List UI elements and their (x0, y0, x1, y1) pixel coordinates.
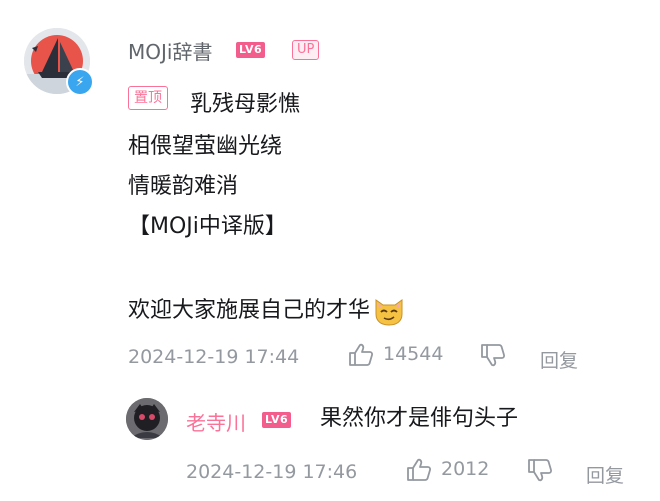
comment-line: 【MOJi中译版】 (128, 214, 287, 239)
comment-line-with-emoji: 欢迎大家施展自己的才华 (128, 296, 406, 326)
reply-avatar-image (126, 398, 168, 440)
thumbs-down-icon[interactable] (527, 458, 553, 482)
reply-timestamp: 2024-12-19 17:46 (186, 461, 358, 483)
comment-line: 乳残母影憔 (190, 92, 301, 117)
thumbs-up-icon[interactable] (406, 458, 432, 482)
pinned-badge: 置顶 (128, 86, 168, 110)
comment-timestamp: 2024-12-19 17:44 (128, 346, 300, 368)
comment-username[interactable]: MOJi辞書 (128, 36, 212, 65)
reply-like-count: 2012 (441, 458, 490, 480)
comment-line: 欢迎大家施展自己的才华 (128, 298, 371, 323)
reply-reply-button[interactable]: 回复 (586, 461, 624, 488)
like-count: 14544 (383, 343, 444, 365)
reply-level-badge: LV6 (262, 412, 292, 428)
comment-line: 相偎望萤幽光绕 (128, 134, 283, 159)
cat-emoji-icon (372, 296, 406, 326)
lightning-icon: ⚡ (66, 68, 94, 96)
reply-button[interactable]: 回复 (540, 346, 578, 373)
thumbs-up-icon[interactable] (348, 343, 374, 367)
reply-username[interactable]: 老寺川 (186, 407, 246, 436)
reply-user-avatar[interactable] (126, 398, 168, 440)
level-badge: LV6 (236, 42, 266, 58)
thumbs-down-icon[interactable] (480, 343, 506, 367)
up-badge: UP (292, 40, 320, 60)
comment-line: 情暖韵难消 (128, 174, 239, 199)
reply-text: 果然你才是俳句头子 (320, 406, 519, 431)
